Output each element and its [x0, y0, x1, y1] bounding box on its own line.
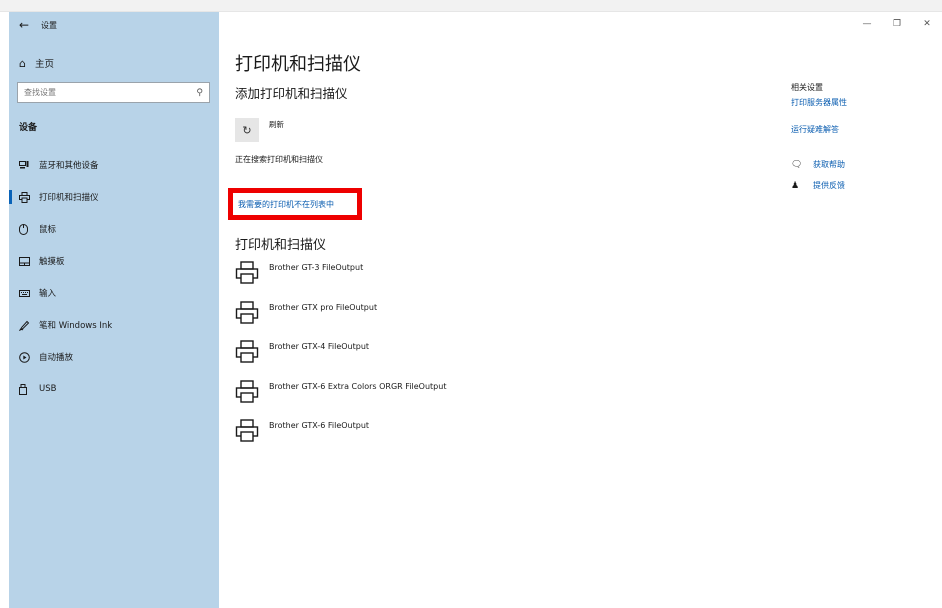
printer-item[interactable]: Brother GTX-6 FileOutput [235, 418, 446, 458]
sidebar-item-usb[interactable]: USB [9, 373, 219, 405]
bluetooth-devices-icon [19, 160, 39, 170]
title-bar: ← 设置 [9, 12, 219, 38]
printer-item[interactable]: Brother GTX pro FileOutput [235, 300, 446, 340]
nav-home[interactable]: ⌂ 主页 [9, 52, 219, 74]
sidebar-item-mouse[interactable]: 鼠标 [9, 213, 219, 245]
home-icon: ⌂ [19, 56, 26, 70]
sidebar-item-autoplay[interactable]: 自动播放 [9, 341, 219, 373]
refresh-button[interactable]: ↻ [235, 118, 259, 142]
minimize-button[interactable]: — [852, 14, 882, 34]
printer-name: Brother GTX-6 Extra Colors ORGR FileOutp… [269, 381, 447, 391]
keyboard-icon [19, 289, 39, 297]
sidebar-item-label: 触摸板 [39, 257, 65, 267]
sidebar-item-label: 鼠标 [39, 225, 57, 235]
printer-icon [19, 191, 39, 203]
top-strip [0, 0, 942, 12]
sidebar-item-label: 自动播放 [39, 353, 74, 363]
sidebar-item-pen[interactable]: 笔和 Windows Ink [9, 309, 219, 341]
highlight-box: 我需要的打印机不在列表中 [228, 188, 362, 220]
usb-icon [19, 383, 39, 395]
searching-status: 正在搜索打印机和扫描仪 [235, 155, 323, 164]
printer-name: Brother GT-3 FileOutput [269, 263, 364, 272]
printer-name: Brother GTX-4 FileOutput [269, 342, 370, 351]
give-feedback-label: 提供反馈 [813, 181, 845, 190]
page-title: 打印机和扫描仪 [235, 54, 361, 75]
refresh-control[interactable]: ↻ 刷新 [235, 118, 284, 142]
sidebar-item-label: 输入 [39, 289, 57, 299]
sidebar-item-printers[interactable]: 打印机和扫描仪 [9, 181, 219, 213]
printer-icon [235, 419, 259, 442]
sidebar-item-label: 笔和 Windows Ink [39, 321, 113, 331]
feedback-icon: ♟ [791, 180, 800, 191]
get-help-link[interactable]: 🗨 获取帮助 [791, 159, 931, 170]
give-feedback-link[interactable]: ♟ 提供反馈 [791, 180, 931, 191]
search-icon[interactable]: ⚲ [196, 88, 203, 98]
help-chat-icon: 🗨 [791, 159, 803, 170]
printer-not-listed-link[interactable]: 我需要的打印机不在列表中 [238, 199, 334, 210]
related-settings: 相关设置 打印服务器属性 运行疑难解答 🗨 获取帮助 ♟ 提供反馈 [791, 82, 931, 201]
printer-item[interactable]: Brother GT-3 FileOutput [235, 260, 446, 300]
search-input[interactable] [24, 88, 197, 97]
window-controls: — ❐ ✕ [852, 14, 942, 34]
sidebar-item-label: 蓝牙和其他设备 [39, 161, 99, 171]
search-box[interactable]: ⚲ [17, 82, 210, 103]
related-settings-title: 相关设置 [791, 83, 823, 92]
app-title: 设置 [41, 20, 57, 30]
printer-icon [235, 379, 259, 403]
autoplay-icon [19, 351, 39, 363]
printer-icon [235, 340, 259, 363]
printer-item[interactable]: Brother GTX-6 Extra Colors ORGR FileOutp… [235, 379, 446, 419]
refresh-icon: ↻ [242, 123, 252, 137]
mouse-icon [19, 223, 39, 235]
printers-section-title: 打印机和扫描仪 [235, 238, 327, 253]
sidebar-item-label: USB [39, 384, 57, 394]
run-troubleshooter-link[interactable]: 运行疑难解答 [791, 124, 931, 135]
sidebar-item-touchpad[interactable]: 触摸板 [9, 245, 219, 277]
get-help-label: 获取帮助 [813, 160, 845, 169]
printer-item[interactable]: Brother GTX-4 FileOutput [235, 339, 446, 379]
printer-name: Brother GTX pro FileOutput [269, 302, 378, 312]
print-server-properties-link[interactable]: 打印服务器属性 [791, 97, 931, 108]
settings-window: ← 设置 ⌂ 主页 ⚲ 设备 蓝牙和其他设备 打印机和扫描仪 [9, 12, 942, 608]
close-button[interactable]: ✕ [912, 14, 942, 34]
pen-icon [19, 320, 39, 331]
home-label: 主页 [35, 59, 55, 70]
printer-list: Brother GT-3 FileOutput Brother GTX pro … [235, 260, 446, 458]
touchpad-icon [19, 256, 39, 266]
nav-list: 蓝牙和其他设备 打印机和扫描仪 鼠标 触摸板 输入 笔和 Windows Ink… [9, 149, 219, 405]
printer-icon [235, 300, 259, 324]
add-section-title: 添加打印机和扫描仪 [235, 86, 348, 101]
sidebar-item-bluetooth[interactable]: 蓝牙和其他设备 [9, 149, 219, 181]
maximize-button[interactable]: ❐ [882, 14, 912, 34]
sidebar-item-label: 打印机和扫描仪 [39, 193, 99, 203]
back-button[interactable]: ← [9, 12, 39, 38]
printer-icon [235, 261, 259, 284]
section-title: 设备 [19, 123, 38, 133]
refresh-label: 刷新 [269, 119, 284, 129]
highlight-inner: 我需要的打印机不在列表中 [233, 193, 357, 215]
sidebar-item-input[interactable]: 输入 [9, 277, 219, 309]
sidebar: ← 设置 ⌂ 主页 ⚲ 设备 蓝牙和其他设备 打印机和扫描仪 [9, 12, 219, 608]
printer-name: Brother GTX-6 FileOutput [269, 421, 370, 430]
main-content: — ❐ ✕ 打印机和扫描仪 添加打印机和扫描仪 ↻ 刷新 正在搜索打印机和扫描仪… [219, 12, 942, 608]
